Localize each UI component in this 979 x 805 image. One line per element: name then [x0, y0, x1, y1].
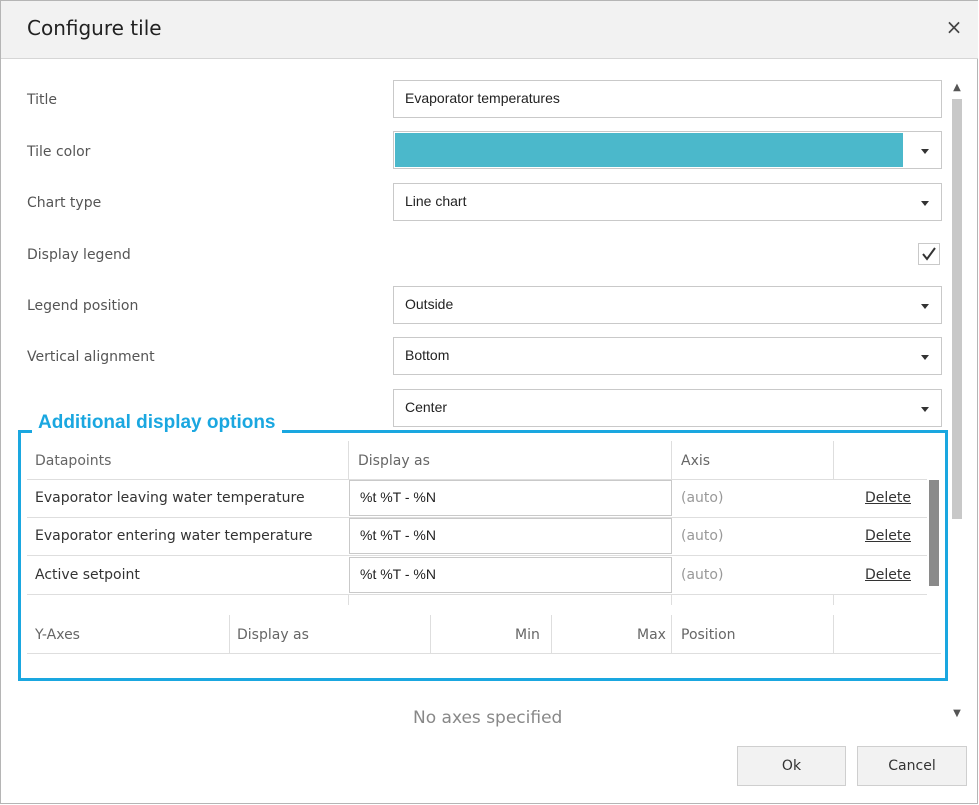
title-input[interactable]: Evaporator temperatures [393, 80, 942, 118]
dialog-title: Configure tile [27, 16, 162, 40]
legend-position-label: Legend position [27, 298, 139, 314]
cancel-button[interactable]: Cancel [857, 746, 967, 786]
tile-color-swatch [395, 133, 903, 167]
dialog-scrollbar[interactable]: ▲ ▼ [950, 81, 964, 721]
chart-type-label: Chart type [27, 195, 102, 211]
chart-type-value: Line chart [405, 193, 467, 209]
caret-down-icon [921, 149, 929, 154]
no-axes-message: No axes specified [413, 708, 563, 728]
caret-down-icon [921, 201, 929, 206]
title-label: Title [27, 92, 58, 108]
legend-position-value: Outside [405, 296, 454, 312]
close-icon[interactable]: × [944, 17, 964, 37]
dialog-header: Configure tile × [1, 1, 978, 59]
caret-down-icon [921, 407, 929, 412]
scroll-down-icon[interactable]: ▼ [950, 707, 964, 721]
display-legend-checkbox[interactable] [918, 243, 940, 265]
additional-options-title: Additional display options [32, 412, 282, 434]
tile-color-select[interactable] [393, 131, 942, 169]
vertical-alignment-label: Vertical alignment [27, 349, 155, 365]
chart-type-select[interactable]: Line chart [393, 183, 942, 221]
display-legend-label: Display legend [27, 247, 131, 263]
configure-tile-dialog: Configure tile × Title Evaporator temper… [0, 0, 978, 804]
ok-button[interactable]: Ok [737, 746, 846, 786]
tile-color-label: Tile color [27, 144, 91, 160]
additional-options-highlight [18, 430, 948, 681]
caret-down-icon [921, 355, 929, 360]
check-icon [922, 247, 936, 261]
caret-down-icon [921, 304, 929, 309]
scroll-up-icon[interactable]: ▲ [950, 81, 964, 95]
title-input-value: Evaporator temperatures [405, 90, 560, 106]
vertical-alignment-select[interactable]: Bottom [393, 337, 942, 375]
legend-position-select[interactable]: Outside [393, 286, 942, 324]
horizontal-alignment-select[interactable]: Center [393, 389, 942, 427]
scrollbar-thumb[interactable] [952, 99, 962, 519]
vertical-alignment-value: Bottom [405, 347, 450, 363]
horizontal-alignment-value: Center [405, 399, 448, 415]
